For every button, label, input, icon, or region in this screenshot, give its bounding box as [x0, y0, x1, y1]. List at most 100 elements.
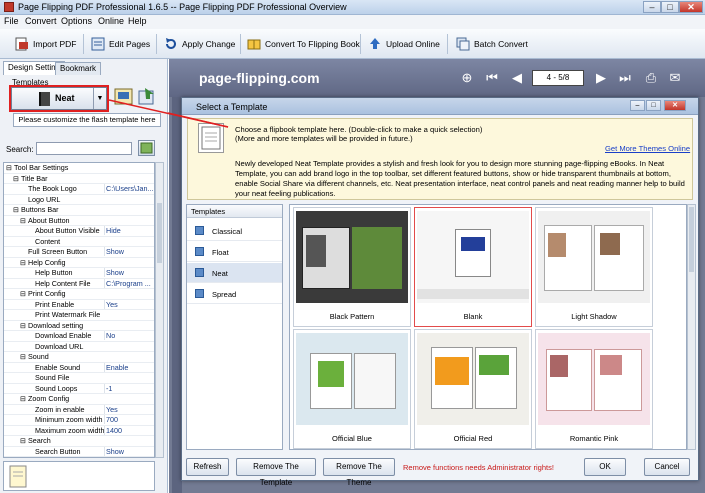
tree-row-value[interactable]: C:\Program ... [104, 278, 154, 288]
zoom-in-icon[interactable]: ⊕ [459, 70, 475, 86]
tree-row-value[interactable]: Yes [104, 299, 154, 309]
tree-row-value[interactable]: Enable [104, 362, 154, 372]
theme-official-red[interactable]: Official Red [414, 329, 532, 449]
tree-row-value[interactable]: 700 [104, 415, 154, 424]
theme-official-blue[interactable]: Official Blue [293, 329, 411, 449]
tree-row-value[interactable]: C:\Users\Jan... [104, 184, 154, 193]
theme-romantic-pink[interactable]: Romantic Pink [535, 329, 653, 449]
collapse-icon[interactable]: ⊟ [20, 216, 26, 225]
template-item-spread[interactable]: Spread [187, 284, 282, 304]
collapse-icon[interactable]: ⊟ [20, 352, 26, 361]
tree-row[interactable]: Zoom in enable Yes [4, 404, 154, 415]
menu-options[interactable]: Options [61, 16, 92, 26]
tree-row-value[interactable]: Show [104, 268, 154, 277]
import-pdf-button[interactable]: Import PDF [14, 33, 76, 55]
tree-row[interactable]: Content [4, 237, 154, 247]
minimize-button[interactable]: – [643, 1, 661, 13]
menu-file[interactable]: File [4, 16, 19, 26]
scrollbar-thumb[interactable] [689, 207, 694, 272]
apply-change-button[interactable]: Apply Change [163, 33, 235, 55]
print-icon[interactable]: ⎙ [643, 70, 659, 86]
collapse-icon[interactable]: ⊟ [20, 321, 26, 330]
tree-row[interactable]: Sound File [4, 373, 154, 384]
dialog-minimize-button[interactable]: – [630, 100, 645, 111]
tree-row-value[interactable]: -1 [104, 383, 154, 393]
convert-button[interactable]: Convert To Flipping Book [246, 33, 360, 55]
get-more-themes-link[interactable]: Get More Themes Online [605, 144, 690, 153]
tree-row[interactable]: ⊟ Search [4, 436, 154, 447]
theme-blank[interactable]: Blank [414, 207, 532, 327]
tree-row-value[interactable]: 1400 [104, 425, 154, 435]
theme-black-pattern[interactable]: Black Pattern [293, 207, 411, 327]
tree-row[interactable]: Search Button Show [4, 446, 154, 457]
collapse-icon[interactable]: ⊟ [20, 289, 26, 298]
tree-row-value[interactable]: Show [104, 446, 154, 456]
template-export-icon[interactable] [137, 87, 157, 107]
tree-row[interactable]: About Button Visible Hide [4, 226, 154, 237]
tree-row[interactable]: ⊟ Tool Bar Settings [4, 163, 154, 174]
tree-row[interactable]: Enable Sound Enable [4, 362, 154, 373]
menu-convert[interactable]: Convert [25, 16, 57, 26]
tree-row[interactable]: Download Enable No [4, 331, 154, 342]
tree-row[interactable]: ⊟ Buttons Bar [4, 205, 154, 216]
remove-theme-button[interactable]: Remove The Theme [323, 458, 395, 487]
menu-online[interactable]: Online [98, 16, 124, 26]
collapse-icon[interactable]: ⊟ [13, 174, 19, 183]
tree-row-value[interactable]: Show [104, 247, 154, 256]
tree-row[interactable]: Print Enable Yes [4, 299, 154, 310]
dialog-close-button[interactable]: ✕ [664, 100, 686, 111]
template-item-float[interactable]: Float [187, 242, 282, 262]
collapse-icon[interactable]: ⊟ [6, 163, 12, 172]
template-settings-icon[interactable] [114, 87, 134, 107]
theme-scrollbar[interactable] [687, 204, 696, 450]
scrollbar-thumb[interactable] [157, 203, 162, 263]
menu-help[interactable]: Help [128, 16, 147, 26]
tree-row[interactable]: Minimum zoom width 700 [4, 415, 154, 426]
tree-row[interactable]: Logo URL [4, 195, 154, 205]
tree-row[interactable]: Help Content File C:\Program ... [4, 278, 154, 289]
previous-page-icon[interactable]: ◀ [509, 70, 525, 86]
edit-pages-button[interactable]: Edit Pages [90, 33, 150, 55]
tree-row-value[interactable]: Hide [104, 226, 154, 235]
customize-template-button[interactable]: Please customize the flash template here [13, 113, 161, 127]
cancel-button[interactable]: Cancel [644, 458, 690, 476]
collapse-icon[interactable]: ⊟ [20, 436, 26, 445]
tree-row[interactable]: ⊟ About Button [4, 216, 154, 226]
tab-bookmark[interactable]: Bookmark [55, 62, 102, 75]
tree-row[interactable]: The Book Logo C:\Users\Jan... [4, 184, 154, 195]
last-page-icon[interactable]: ⏭ [617, 70, 633, 86]
tree-row[interactable]: Maximum zoom width 1400 [4, 425, 154, 436]
tree-row[interactable]: Download URL [4, 342, 154, 352]
tree-row-value[interactable]: No [104, 331, 154, 340]
tree-row[interactable]: ⊟ Print Config [4, 289, 154, 300]
email-icon[interactable]: ✉ [667, 70, 683, 86]
tree-row[interactable]: Sound Loops -1 [4, 383, 154, 394]
tree-row[interactable]: Full Screen Button Show [4, 247, 154, 258]
close-button[interactable]: ✕ [679, 1, 703, 13]
tree-row[interactable]: ⊟ Help Config [4, 258, 154, 268]
collapse-icon[interactable]: ⊟ [20, 394, 26, 403]
tree-row[interactable]: ⊟ Download setting [4, 321, 154, 331]
upload-online-button[interactable]: Upload Online [367, 33, 440, 55]
collapse-icon[interactable]: ⊟ [13, 205, 19, 214]
tree-row[interactable]: ⊟ Title Bar [4, 174, 154, 184]
template-item-classical[interactable]: Classical [187, 221, 282, 241]
refresh-button[interactable]: Refresh [186, 458, 229, 476]
first-page-icon[interactable]: ⏮ [484, 70, 500, 86]
maximize-button[interactable]: □ [661, 1, 679, 13]
tree-row[interactable]: Print Watermark File [4, 310, 154, 321]
tree-row[interactable]: ⊟ Zoom Config [4, 394, 154, 405]
theme-light-shadow[interactable]: Light Shadow [535, 207, 653, 327]
dialog-maximize-button[interactable]: □ [646, 100, 661, 111]
tree-row[interactable]: Help Button Show [4, 268, 154, 279]
remove-template-button[interactable]: Remove The Template [236, 458, 316, 487]
next-page-icon[interactable]: ▶ [593, 70, 609, 86]
batch-convert-button[interactable]: Batch Convert [455, 33, 528, 55]
page-indicator[interactable]: 4 - 5/8 [532, 70, 584, 86]
search-input[interactable] [36, 142, 132, 155]
ok-button[interactable]: OK [584, 458, 626, 476]
collapse-icon[interactable]: ⊟ [20, 258, 26, 267]
tree-row-value[interactable]: Yes [104, 404, 154, 414]
settings-scrollbar[interactable] [155, 162, 164, 458]
template-item-neat[interactable]: Neat [187, 263, 282, 283]
